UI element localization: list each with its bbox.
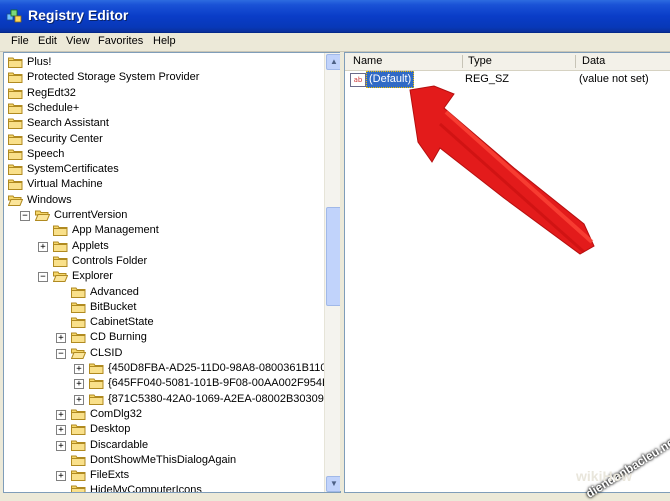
column-divider[interactable]	[462, 55, 463, 68]
value-name[interactable]: (Default)	[366, 71, 415, 88]
column-divider[interactable]	[575, 55, 576, 68]
folder-icon	[8, 178, 23, 191]
expand-icon[interactable]: +	[56, 409, 66, 420]
folder-icon	[89, 393, 104, 405]
folder-icon	[71, 301, 86, 313]
folder-icon	[8, 102, 23, 114]
menu-edit[interactable]: Edit	[38, 35, 57, 47]
scroll-thumb[interactable]	[326, 207, 340, 306]
title-bar: Registry Editor	[0, 0, 670, 33]
menu-help[interactable]: Help	[153, 35, 176, 47]
string-value-icon: ab	[350, 73, 366, 87]
tree-item-label: BitBucket	[90, 300, 137, 313]
menu-file[interactable]: File	[11, 35, 29, 47]
scroll-down-button[interactable]: ▼	[326, 476, 340, 492]
value-data: (value not set)	[579, 73, 649, 85]
folder-icon	[71, 316, 86, 329]
tree-item-label: Desktop	[90, 423, 131, 436]
folder-icon	[89, 362, 104, 374]
folder-icon	[71, 484, 86, 492]
tree-item-label: Discardable	[90, 438, 149, 451]
folder-icon	[8, 163, 23, 176]
tree-item-label: Windows	[27, 193, 72, 206]
window-title: Registry Editor	[28, 7, 129, 23]
expand-icon[interactable]: +	[74, 364, 84, 374]
folder-icon	[71, 331, 86, 344]
tree-item-label: Speech	[27, 147, 65, 160]
open-folder-icon	[34, 209, 51, 221]
scroll-up-button[interactable]: ▲	[326, 54, 340, 70]
tree-item-label: CurrentVersion	[54, 209, 128, 221]
expand-icon[interactable]: +	[56, 440, 66, 451]
tree-item-label: {871C5380-42A0-1069-A2EA-08002B30309D}	[108, 392, 336, 405]
list-header: Name Type Data	[345, 53, 670, 71]
tree-item-label: Protected Storage System Provider	[27, 71, 200, 84]
tree-item-label: App Management	[72, 224, 159, 237]
folder-icon	[71, 286, 86, 298]
expand-icon[interactable]: +	[56, 333, 66, 344]
folder-icon	[8, 133, 23, 145]
tree-item-label: CabinetState	[90, 316, 154, 329]
menu-favorites[interactable]: Favorites	[98, 35, 143, 47]
column-header-type[interactable]: Type	[468, 55, 492, 67]
tree-item-label: {450D8FBA-AD25-11D0-98A8-0800361B1103}	[108, 362, 337, 374]
folder-icon	[71, 454, 86, 466]
folder-icon	[53, 224, 68, 237]
folder-icon	[8, 148, 23, 160]
folder-icon	[71, 423, 86, 436]
wikihow-watermark: wikiHow	[576, 468, 633, 484]
open-folder-icon	[52, 270, 69, 283]
expand-icon[interactable]: +	[56, 471, 66, 482]
registry-key-tree[interactable]: Plus! Protected Storage System Provider Re…	[3, 52, 341, 493]
folder-icon	[8, 71, 23, 84]
tree-item-label: SystemCertificates	[27, 163, 119, 176]
tree-item-label: Security Center	[27, 132, 103, 145]
folder-icon	[53, 240, 68, 252]
folder-icon	[8, 117, 23, 130]
collapse-icon[interactable]: −	[38, 272, 48, 283]
tree-item-label: {645FF040-5081-101B-9F08-00AA002F954E}	[108, 377, 334, 390]
open-folder-icon	[70, 347, 87, 359]
tree-item-label: FileExts	[90, 469, 130, 482]
menu-view[interactable]: View	[66, 35, 90, 47]
tree-item-label: Applets	[72, 239, 109, 252]
tree-item-label: RegEdt32	[27, 86, 76, 99]
tree-item-label: Explorer	[72, 270, 113, 283]
folder-icon	[8, 56, 23, 68]
tree-item-label: Search Assistant	[27, 117, 109, 130]
value-type: REG_SZ	[465, 73, 510, 85]
expand-icon[interactable]: +	[74, 394, 84, 405]
menu-bar: File Edit View Favorites Help	[0, 33, 670, 52]
expand-icon[interactable]: +	[74, 379, 84, 390]
column-header-data[interactable]: Data	[582, 55, 605, 67]
tree-item-label: Controls Folder	[72, 254, 148, 267]
registry-editor-icon	[6, 9, 22, 23]
tree-item-label: DontShowMeThisDialogAgain	[90, 453, 237, 466]
expand-icon[interactable]: +	[38, 241, 48, 252]
folder-icon	[71, 439, 86, 451]
tree-item-label: Schedule+	[27, 101, 80, 114]
open-folder-icon	[7, 194, 24, 206]
tree-item-label: HideMyComputerIcons	[90, 484, 202, 493]
tree-item-label: ComDlg32	[90, 407, 142, 420]
folder-icon	[53, 255, 68, 267]
expand-icon[interactable]: +	[56, 425, 66, 436]
value-row[interactable]: ab (Default) REG_SZ (value not set)	[345, 71, 670, 88]
column-header-name[interactable]: Name	[353, 55, 382, 67]
tree-item-label: Virtual Machine	[27, 178, 103, 191]
collapse-icon[interactable]: −	[20, 211, 30, 221]
tree-item-label: Plus!	[27, 56, 52, 68]
folder-icon	[89, 377, 104, 390]
registry-values-list[interactable]: Name Type Data ab (Default) REG_SZ (valu…	[344, 52, 670, 493]
folder-icon	[71, 469, 86, 482]
tree-item-label: Advanced	[90, 285, 139, 298]
folder-icon	[8, 87, 23, 99]
tree-item-label: CLSID	[90, 346, 123, 359]
tree-item-label: CD Burning	[90, 331, 147, 344]
collapse-icon[interactable]: −	[56, 348, 66, 359]
folder-icon	[71, 408, 86, 420]
tree-vertical-scrollbar[interactable]: ▲ ▼	[324, 53, 340, 492]
